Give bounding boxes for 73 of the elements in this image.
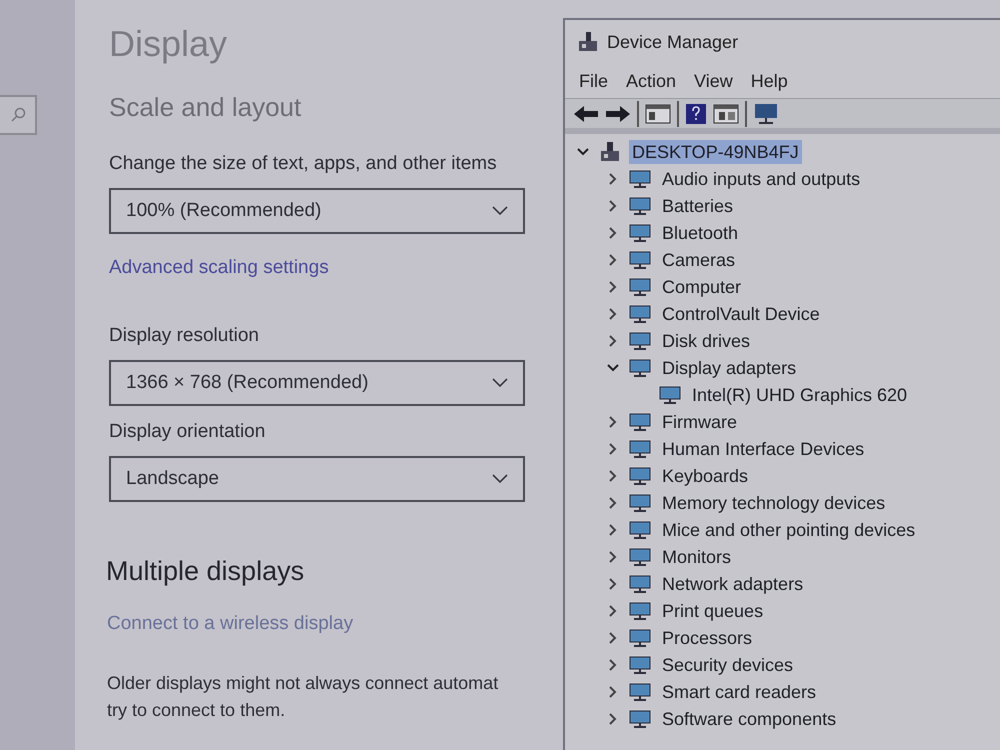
menu-item[interactable]: Help	[748, 68, 790, 94]
chevron-down-icon	[492, 206, 508, 216]
dropdown[interactable]: Landscape	[109, 456, 525, 502]
link[interactable]: Advanced scaling settings	[109, 256, 329, 280]
tree-item[interactable]: Smart card readers	[659, 680, 820, 704]
window-title: Device Manager	[607, 30, 738, 54]
device-icon	[629, 466, 651, 486]
tree-item[interactable]: Display adapters	[659, 356, 800, 380]
device-icon	[629, 628, 651, 648]
tree-item[interactable]: Keyboards	[659, 464, 752, 488]
device-icon	[629, 708, 651, 728]
field-label: Display orientation	[109, 420, 266, 444]
tree-item[interactable]: Network adapters	[659, 572, 806, 596]
search-icon	[10, 107, 26, 123]
tree-item[interactable]: Software components	[659, 706, 840, 730]
device-icon	[629, 358, 651, 378]
tree-item[interactable]: Intel(R) UHD Graphics 620	[689, 382, 910, 406]
tree-item[interactable]: Monitors	[659, 544, 734, 568]
tree-item[interactable]: Human Interface Devices	[659, 436, 868, 460]
properties-icon[interactable]	[645, 104, 671, 124]
computer-tower-icon	[599, 140, 621, 162]
device-icon	[629, 600, 651, 620]
menu-item[interactable]: View	[692, 68, 735, 94]
device-icon	[629, 330, 651, 350]
device-icon	[629, 196, 651, 216]
device-icon	[659, 384, 681, 404]
dropdown[interactable]: 1366 × 768 (Recommended)	[109, 360, 525, 406]
tree-item[interactable]: Bluetooth	[659, 220, 742, 244]
field-label: Display resolution	[109, 324, 259, 348]
device-icon	[629, 492, 651, 512]
tree-item[interactable]: Cameras	[659, 248, 738, 272]
search-field[interactable]	[0, 95, 37, 135]
tree-item[interactable]: Memory technology devices	[659, 490, 888, 514]
device-icon	[629, 412, 651, 432]
tree-item[interactable]: Security devices	[659, 652, 796, 676]
menu-item[interactable]: Action	[624, 68, 678, 94]
device-icon	[629, 222, 651, 242]
device-icon	[629, 250, 651, 270]
tree-item[interactable]: Computer	[659, 274, 744, 298]
device-icon	[629, 654, 651, 674]
device-icon	[629, 682, 651, 702]
tree-item[interactable]: DESKTOP-49NB4FJ	[629, 140, 802, 164]
chevron-down-icon	[492, 378, 508, 388]
field-label: Change the size of text, apps, and other items	[109, 152, 497, 176]
device-icon	[629, 520, 651, 540]
tree-item[interactable]: Audio inputs and outputs	[659, 166, 864, 190]
tree-item[interactable]: Disk drives	[659, 328, 754, 352]
dropdown[interactable]: 100% (Recommended)	[109, 188, 525, 234]
device-icon	[629, 546, 651, 566]
panel-icon[interactable]	[713, 104, 739, 124]
help-icon[interactable]	[685, 102, 707, 124]
device-icon	[629, 438, 651, 458]
device-icon	[629, 574, 651, 594]
menu-item[interactable]: File	[577, 68, 610, 94]
device-icon	[629, 168, 651, 188]
tree-item[interactable]: Print queues	[659, 598, 766, 622]
section-heading: Scale and layout	[109, 91, 302, 124]
back-arrow-icon[interactable]	[573, 104, 599, 124]
device-manager-icon	[577, 31, 599, 53]
section-heading: Multiple displays	[106, 555, 304, 588]
paragraph-line: Older displays might not always connect automat	[107, 672, 498, 695]
tree-item[interactable]: Processors	[659, 626, 756, 650]
tree-item[interactable]: Batteries	[659, 194, 736, 218]
device-icon	[629, 276, 651, 296]
tree-item[interactable]: Firmware	[659, 410, 740, 434]
monitor-icon[interactable]	[753, 102, 779, 124]
tree-item[interactable]: ControlVault Device	[659, 302, 823, 326]
tree-item[interactable]: Mice and other pointing devices	[659, 518, 918, 542]
chevron-down-icon	[492, 474, 508, 484]
forward-arrow-icon[interactable]	[605, 104, 631, 124]
page-title: Display	[109, 22, 228, 66]
paragraph-line: try to connect to them.	[107, 699, 286, 722]
device-icon	[629, 304, 651, 324]
